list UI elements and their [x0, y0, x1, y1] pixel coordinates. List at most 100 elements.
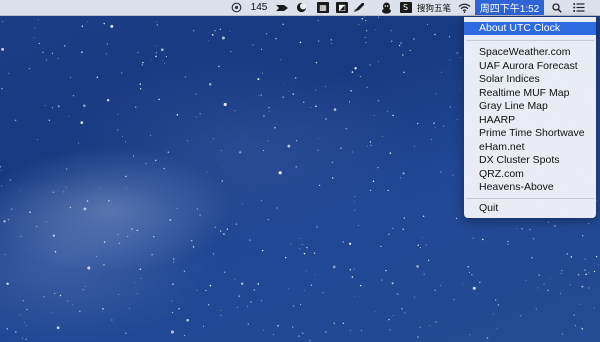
star	[595, 255, 598, 258]
star	[303, 101, 305, 103]
star	[57, 105, 60, 108]
menu-item-qrz[interactable]: QRZ.com	[464, 168, 596, 181]
star	[453, 299, 455, 301]
star	[585, 273, 587, 276]
menu-item-prime-time-shortwave[interactable]: Prime Time Shortwave	[464, 127, 596, 140]
star	[151, 253, 153, 256]
moon-icon[interactable]	[294, 0, 308, 15]
star	[118, 294, 119, 295]
qq-penguin-icon[interactable]	[379, 0, 393, 15]
star	[212, 138, 214, 140]
utc-clock-dropdown: About UTC Clock SpaceWeather.com UAF Aur…	[464, 17, 596, 218]
star	[235, 223, 238, 225]
star	[331, 177, 334, 179]
star	[435, 321, 437, 323]
star	[164, 62, 166, 64]
star	[353, 200, 355, 202]
star	[257, 283, 260, 285]
menu-item-muf-map[interactable]: Realtime MUF Map	[464, 87, 596, 100]
star	[598, 264, 600, 266]
star	[103, 264, 105, 266]
star	[22, 337, 24, 339]
star	[413, 38, 415, 40]
star	[220, 314, 222, 317]
list-icon[interactable]	[571, 0, 587, 15]
star	[342, 322, 344, 324]
star	[427, 23, 429, 25]
star	[401, 308, 403, 310]
sogou-s-icon[interactable]: S	[399, 0, 412, 15]
star	[381, 135, 383, 137]
star	[45, 221, 47, 223]
star	[139, 83, 142, 85]
star	[106, 43, 108, 45]
star	[593, 307, 595, 309]
calendar-icon[interactable]: ▦	[316, 0, 330, 15]
star	[365, 30, 368, 32]
star	[402, 228, 404, 230]
star	[140, 277, 142, 279]
star	[392, 227, 394, 230]
star	[301, 244, 303, 246]
star	[125, 188, 127, 190]
count-label[interactable]: 145	[247, 0, 271, 15]
star	[300, 304, 302, 305]
star	[199, 113, 201, 115]
star	[275, 38, 277, 40]
menu-item-haarp[interactable]: HAARP	[464, 114, 596, 127]
star	[0, 170, 2, 171]
spotlight-icon[interactable]	[550, 0, 564, 15]
star	[154, 159, 157, 162]
star	[317, 137, 319, 139]
star	[129, 307, 130, 309]
star	[156, 24, 158, 26]
star	[87, 266, 91, 270]
star	[83, 207, 87, 211]
star	[50, 312, 52, 314]
menu-item-gray-line-map[interactable]: Gray Line Map	[464, 100, 596, 113]
star	[66, 167, 67, 169]
star	[253, 289, 256, 291]
star	[588, 272, 590, 274]
star	[105, 53, 107, 55]
star	[171, 300, 173, 302]
star	[183, 270, 186, 272]
star	[345, 128, 347, 130]
star	[208, 83, 212, 86]
star	[196, 208, 198, 210]
wifi-icon[interactable]	[456, 0, 472, 15]
menu-item-dx-cluster[interactable]: DX Cluster Spots	[464, 154, 596, 167]
settings-circle-icon[interactable]	[228, 0, 244, 15]
menu-item-aurora-forecast[interactable]: UAF Aurora Forecast	[464, 60, 596, 73]
input-method-label[interactable]: 搜狗五笔	[415, 0, 453, 15]
star	[350, 90, 352, 92]
menu-item-eham[interactable]: eHam.net	[464, 141, 596, 154]
menu-item-spaceweather[interactable]: SpaceWeather.com	[464, 46, 596, 59]
star	[63, 191, 65, 193]
menu-item-quit[interactable]: Quit	[464, 202, 596, 215]
star	[72, 304, 74, 306]
star	[125, 175, 127, 178]
menu-separator	[466, 40, 594, 41]
star	[46, 59, 48, 61]
rocket-icon[interactable]	[352, 0, 366, 15]
star	[205, 289, 207, 292]
star	[158, 98, 160, 101]
star	[56, 326, 60, 330]
star	[400, 42, 402, 44]
star	[263, 329, 265, 331]
star	[163, 167, 165, 170]
menu-item-heavens-above[interactable]: Heavens-Above	[464, 181, 596, 194]
star	[139, 88, 142, 90]
utc-clock-menu[interactable]: 周四下午1:52	[475, 0, 544, 15]
star	[160, 48, 164, 52]
right-arrow-icon[interactable]	[274, 0, 290, 15]
star	[529, 229, 531, 231]
menu-item-solar-indices[interactable]: Solar Indices	[464, 73, 596, 86]
star	[433, 122, 435, 124]
image-icon[interactable]: ◩	[335, 0, 349, 15]
star	[250, 301, 252, 303]
star	[263, 115, 265, 117]
menu-item-about[interactable]: About UTC Clock	[464, 22, 596, 35]
star	[402, 172, 405, 175]
